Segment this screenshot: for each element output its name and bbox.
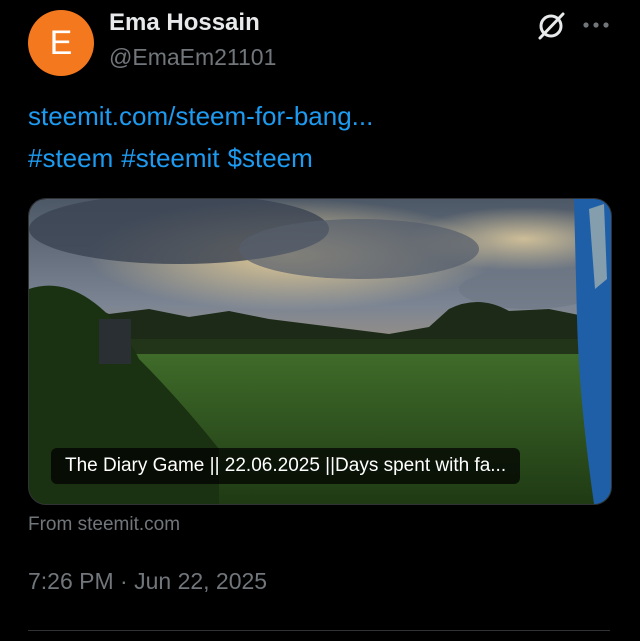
avatar[interactable]: E <box>28 10 94 76</box>
divider <box>28 630 610 631</box>
author-name[interactable]: Ema Hossain <box>109 9 260 37</box>
hashtag-steemit[interactable]: #steemit <box>121 143 219 173</box>
link-card-title[interactable]: The Diary Game || 22.06.2025 ||Days spen… <box>51 448 521 484</box>
author-handle[interactable]: @EmaEm21101 <box>109 44 276 71</box>
hashtag-steem[interactable]: #steem <box>28 143 113 173</box>
link-preview-card[interactable]: The Diary Game || 22.06.2025 ||Days spen… <box>28 198 612 505</box>
post-hashtags: #steem #steemit $steem <box>28 143 321 174</box>
cashtag-steem[interactable]: $steem <box>228 143 313 173</box>
more-options-icon[interactable] <box>582 18 610 32</box>
link-source[interactable]: From steemit.com <box>28 514 180 536</box>
grok-icon[interactable] <box>535 10 567 42</box>
post-link[interactable]: steemit.com/steem-for-bang... <box>28 101 373 132</box>
post-timestamp[interactable]: 7:26 PM · Jun 22, 2025 <box>28 568 267 595</box>
